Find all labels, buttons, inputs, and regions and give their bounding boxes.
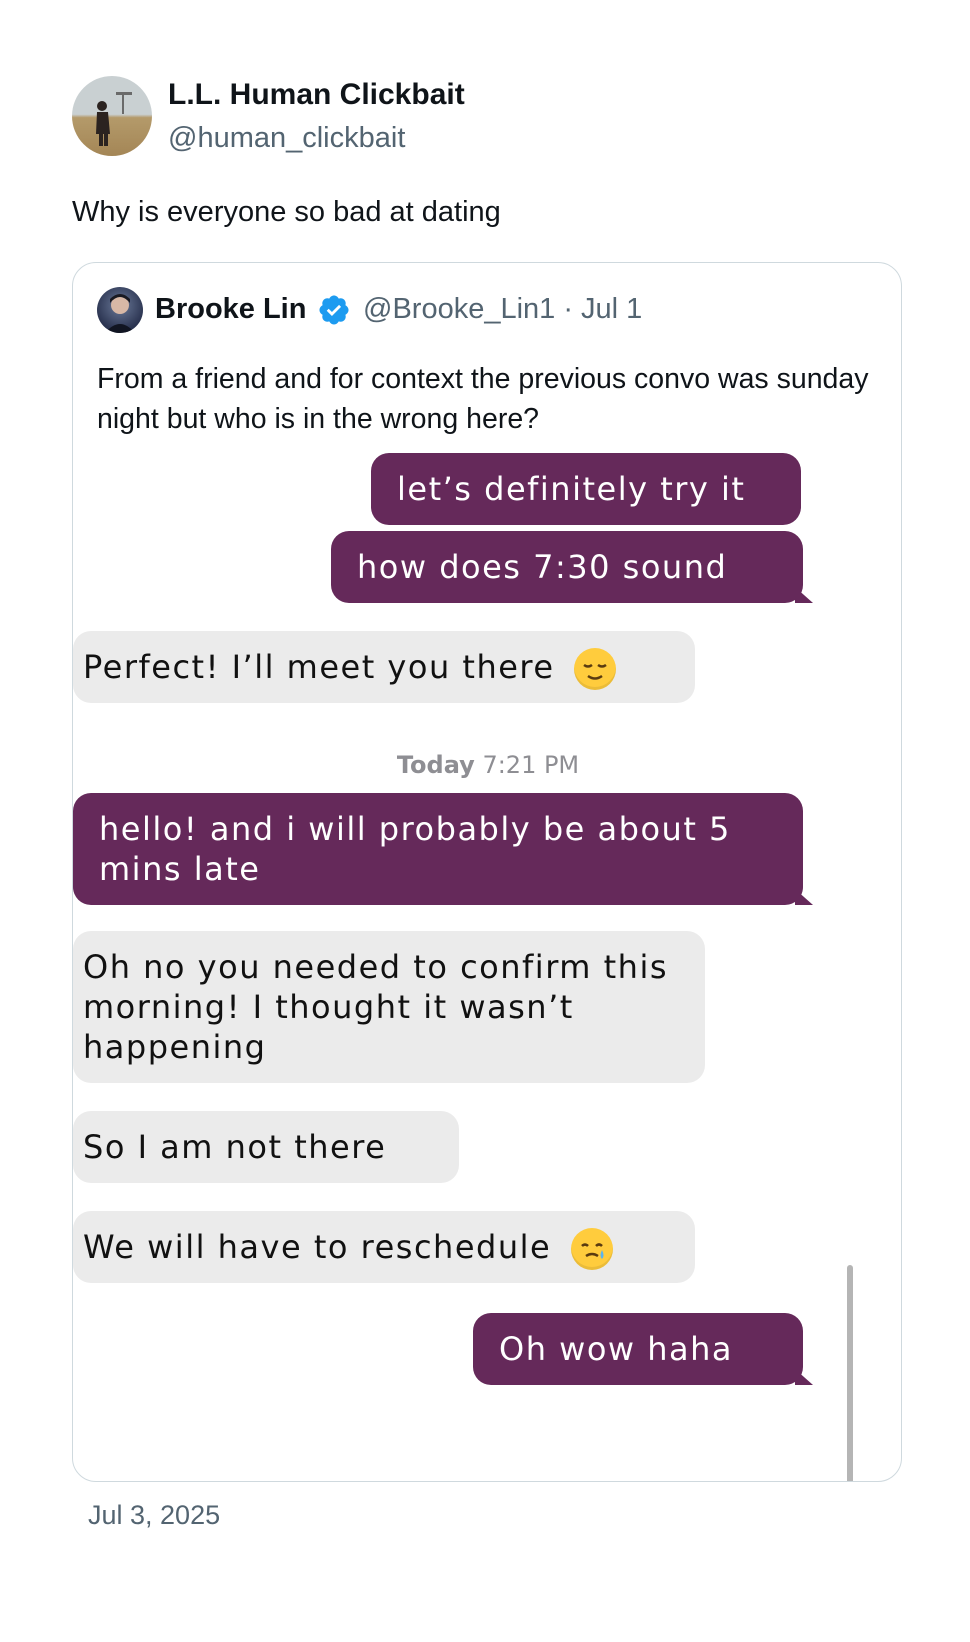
incoming-message: Perfect! I’ll meet you there [73, 631, 695, 703]
post-date[interactable]: Jul 3, 2025 [88, 1500, 220, 1531]
message-text: So I am not there [83, 1128, 387, 1166]
message-text: Oh no you needed to confirm this morning… [83, 948, 669, 1066]
chat-scrollbar[interactable] [847, 1265, 853, 1481]
timestamp-time: 7:21 PM [482, 751, 580, 779]
quoted-post[interactable]: Brooke Lin @Brooke_Lin1 · Jul 1 From a f… [72, 262, 902, 1482]
quoted-author-avatar[interactable] [97, 287, 143, 333]
relieved-face-icon [574, 648, 617, 690]
timestamp-day: Today [396, 751, 475, 779]
message-text: hello! and i will probably be about 5 mi… [99, 810, 731, 888]
incoming-message: We will have to reschedule [73, 1211, 695, 1283]
smiling-face-with-tear-icon [570, 1228, 613, 1270]
bubble-tail [795, 587, 813, 603]
quoted-author-handle-date[interactable]: @Brooke_Lin1 · Jul 1 [363, 293, 642, 326]
quoted-author-name[interactable]: Brooke Lin [155, 293, 306, 326]
quoted-post-text: From a friend and for context the previo… [97, 363, 869, 435]
outgoing-message: hello! and i will probably be about 5 mi… [73, 793, 803, 905]
incoming-message: So I am not there [73, 1111, 459, 1183]
author-name[interactable]: L.L. Human Clickbait [168, 78, 465, 112]
outgoing-message: Oh wow haha [473, 1313, 803, 1385]
bubble-tail [795, 1369, 813, 1385]
message-text: We will have to reschedule [83, 1228, 552, 1266]
post-text: Why is everyone so bad at dating [72, 196, 501, 228]
author-avatar[interactable] [72, 76, 152, 156]
message-text: let’s definitely try it [397, 470, 746, 508]
outgoing-message: how does 7:30 sound [331, 531, 803, 603]
incoming-message: Oh no you needed to confirm this morning… [73, 931, 705, 1083]
author-handle[interactable]: @human_clickbait [168, 122, 405, 155]
message-text: Perfect! I’ll meet you there [83, 648, 555, 686]
chat-timestamp: Today 7:21 PM [73, 751, 901, 779]
message-text: how does 7:30 sound [357, 548, 728, 586]
message-text: Oh wow haha [499, 1330, 734, 1368]
verified-badge-icon [319, 295, 349, 325]
chat-screenshot: let’s definitely try it how does 7:30 so… [73, 453, 901, 1481]
bubble-tail [795, 889, 813, 905]
outgoing-message: let’s definitely try it [371, 453, 801, 525]
